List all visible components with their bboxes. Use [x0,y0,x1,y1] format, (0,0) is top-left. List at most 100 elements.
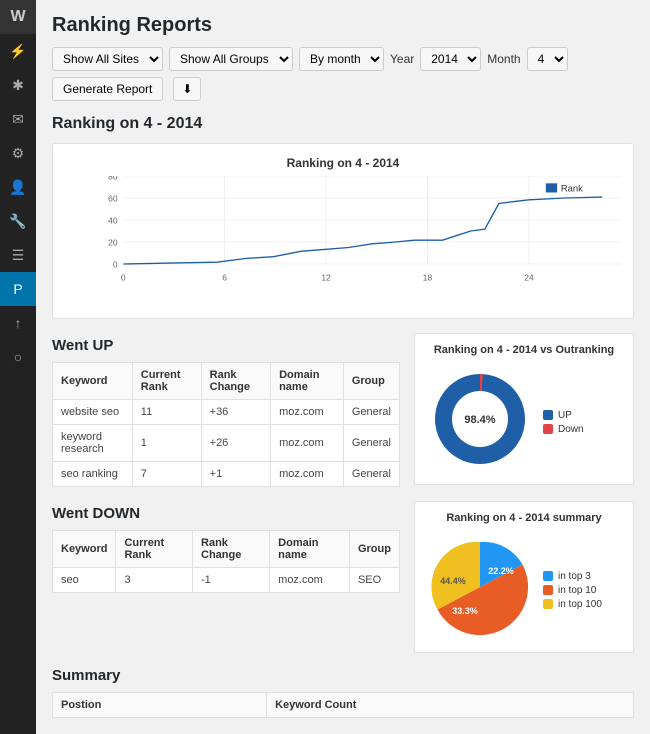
sidebar-wp-logo[interactable]: W [0,0,36,34]
svg-text:0: 0 [121,273,126,283]
table-row: seo ranking 7 +1 moz.com General [53,462,400,487]
sidebar-icon-media[interactable]: ✉ [0,102,36,136]
summary-pie-wrap: 22.2% 33.3% 44.4% in top 3 in top 10 [425,532,623,642]
svg-text:98.4%: 98.4% [464,414,495,426]
sidebar-icon-pages[interactable]: ⚙ [0,136,36,170]
rank-change-cell: +1 [201,462,270,487]
page-title: Ranking Reports [52,10,634,37]
legend-top100: in top 100 [543,599,602,610]
col-rank-change: Rank Change [201,363,270,400]
svg-text:24: 24 [524,273,534,283]
sidebar-icon-posts[interactable]: ✱ [0,68,36,102]
toolbar: Show All Sites Show All Groups By month … [52,47,634,101]
domain-cell: moz.com [270,568,350,593]
current-rank-cell: 7 [132,462,201,487]
top100-dot [543,599,553,609]
keyword-cell: seo ranking [53,462,133,487]
domain-cell: moz.com [271,400,344,425]
site-select[interactable]: Show All Sites [52,47,163,71]
up-label: UP [558,410,572,421]
group-cell: SEO [349,568,399,593]
svg-text:Rank: Rank [561,184,583,194]
svg-text:6: 6 [222,273,227,283]
went-up-left: Went UP Keyword Current Rank Rank Change… [52,333,400,487]
keyword-cell: seo [53,568,116,593]
summary-pie-title: Ranking on 4 - 2014 summary [425,512,623,524]
up-pie-legend: UP Down [543,410,584,435]
went-down-title: Went DOWN [52,505,400,522]
period-select[interactable]: By month [299,47,384,71]
sidebar-icon-tools[interactable]: 🔧 [0,204,36,238]
col-domain: Domain name [271,363,344,400]
svg-text:44.4%: 44.4% [440,576,466,586]
top100-label: in top 100 [558,599,602,610]
col-keyword: Keyword [53,363,133,400]
sidebar-icon-users[interactable]: 👤 [0,170,36,204]
line-chart-container: 80 60 40 20 0 0 6 12 18 24 Ran [65,176,621,306]
top10-dot [543,585,553,595]
sidebar-icon-circle[interactable]: ○ [0,340,36,374]
top10-label: in top 10 [558,585,596,596]
went-up-table: Keyword Current Rank Rank Change Domain … [52,362,400,487]
month-label: Month [487,52,520,66]
group-cell: General [343,462,399,487]
summary-section: Summary Postion Keyword Count [52,667,634,718]
line-chart-svg: 80 60 40 20 0 0 6 12 18 24 Ran [95,176,621,286]
sidebar: W ⚡ ✱ ✉ ⚙ 👤 🔧 ☰ P ↑ ○ [0,0,36,734]
year-select[interactable]: 2014 [420,47,481,71]
up-pie-wrap: 98.4% UP Down [425,364,623,474]
group-cell: General [343,425,399,462]
svg-text:0: 0 [113,260,118,270]
legend-up: UP [543,410,584,421]
col-keyword-d: Keyword [53,531,116,568]
top3-label: in top 3 [558,571,591,582]
keyword-cell: keyword research [53,425,133,462]
sidebar-icon-settings[interactable]: ☰ [0,238,36,272]
sidebar-icon-up[interactable]: ↑ [0,306,36,340]
up-pie-svg: 98.4% [425,364,535,474]
legend-down: Down [543,424,584,435]
went-up-right: Ranking on 4 - 2014 vs Outranking 98.4% [414,333,634,487]
generate-report-button[interactable]: Generate Report [52,77,163,101]
keyword-cell: website seo [53,400,133,425]
line-chart-title: Ranking on 4 - 2014 [65,156,621,170]
main-content: Ranking Reports Show All Sites Show All … [36,0,650,734]
summary-table: Postion Keyword Count [52,692,634,718]
svg-text:80: 80 [108,176,118,182]
svg-text:20: 20 [108,238,118,248]
went-up-title: Went UP [52,337,400,354]
legend-top10: in top 10 [543,585,602,596]
group-cell: General [343,400,399,425]
download-button[interactable]: ⬇ [173,77,201,101]
up-dot [543,410,553,420]
table-row: website seo 11 +36 moz.com General [53,400,400,425]
sidebar-icon-dashboard[interactable]: ⚡ [0,34,36,68]
col-current-rank-d: Current Rank [116,531,193,568]
month-select[interactable]: 4 [527,47,568,71]
rank-change-cell: +26 [201,425,270,462]
summary-pie-svg: 22.2% 33.3% 44.4% [425,532,535,642]
svg-text:12: 12 [321,273,331,283]
up-pie-title: Ranking on 4 - 2014 vs Outranking [425,344,623,356]
svg-text:40: 40 [108,216,118,226]
col-keyword-count: Keyword Count [267,693,634,718]
col-group: Group [343,363,399,400]
svg-text:33.3%: 33.3% [452,606,478,616]
col-group-d: Group [349,531,399,568]
year-label: Year [390,52,414,66]
current-rank-cell: 3 [116,568,193,593]
col-position: Postion [53,693,267,718]
down-label: Down [558,424,584,435]
group-select[interactable]: Show All Groups [169,47,293,71]
current-rank-cell: 1 [132,425,201,462]
svg-text:22.2%: 22.2% [488,566,514,576]
col-current-rank: Current Rank [132,363,201,400]
summary-title: Summary [52,667,634,684]
table-row: keyword research 1 +26 moz.com General [53,425,400,462]
top3-dot [543,571,553,581]
sidebar-icon-ranking[interactable]: P [0,272,36,306]
down-dot [543,424,553,434]
col-rank-change-d: Rank Change [193,531,270,568]
went-down-right: Ranking on 4 - 2014 summary 22.2% 33.3% [414,501,634,653]
domain-cell: moz.com [271,425,344,462]
